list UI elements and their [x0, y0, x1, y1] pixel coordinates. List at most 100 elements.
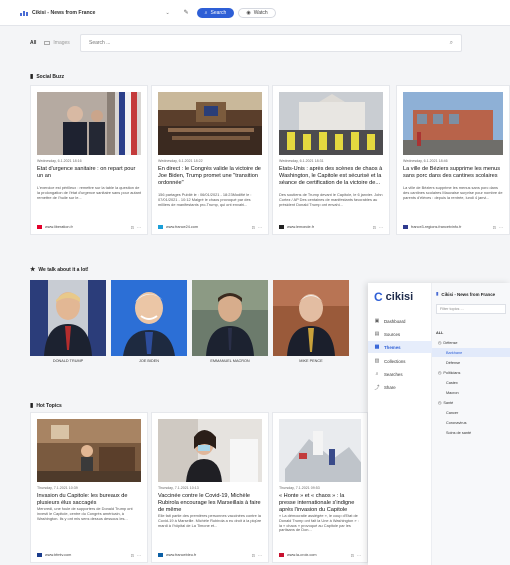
article-title[interactable]: Invasion du Capitole: les bureaux de plu…: [37, 493, 141, 507]
search-icon[interactable]: ⌕: [450, 40, 453, 47]
article-source[interactable]: www.france24.com: [158, 225, 198, 229]
search-input[interactable]: [89, 40, 389, 46]
section-we-talk-title: ★ We talk about it a lot!: [30, 266, 89, 274]
tree-item[interactable]: ◷ Politicians: [432, 368, 510, 377]
sidebar-item-label: Searches: [384, 371, 403, 377]
sidebar-item-dashboard[interactable]: ▣ Dashboard: [368, 315, 432, 327]
article-date: Thursday, 7.1.2021 10:39: [37, 486, 78, 490]
news-card[interactable]: Wednesday, 6.1.2021 18:31 Etats-Unis : a…: [272, 85, 390, 235]
tree-item-label: ALL: [436, 330, 444, 335]
news-card[interactable]: Thursday, 7.1.2021 10:39 Invasion du Cap…: [30, 412, 148, 563]
article-title[interactable]: Vaccinée contre le Covid-19, Michèle Rub…: [158, 493, 262, 514]
more-icon[interactable]: ⋯: [258, 553, 262, 558]
tree-item[interactable]: Coronavirus: [432, 418, 510, 427]
section-label: Hot Topics: [36, 402, 62, 409]
article-title[interactable]: « Honte » et « chaos » : la presse inter…: [279, 493, 361, 514]
tree-item[interactable]: ◷ Défense: [432, 338, 510, 347]
more-icon[interactable]: ⋯: [258, 225, 262, 230]
sidebar-item-label: Collections: [384, 358, 406, 364]
topic-filter-placeholder: Filter topics ...: [440, 307, 464, 311]
search-mode-button[interactable]: ⌕ Search: [196, 7, 235, 18]
card-actions: ⊡ ⋯: [252, 225, 262, 230]
person-card[interactable]: EMMANUEL MACRON: [192, 280, 268, 366]
tree-item-label: Macron: [446, 390, 459, 395]
more-icon[interactable]: ⋯: [137, 553, 141, 558]
brand-logo[interactable]: C cikisi: [374, 290, 413, 304]
tree-item[interactable]: Défense: [432, 358, 510, 367]
sidebar-item-collections[interactable]: ▥ Collections: [368, 355, 432, 367]
themes-overlay-panel: C cikisi ▣ Dashboard ▤ Sources ▦ Themes …: [368, 283, 510, 565]
folder-icon: ◷: [438, 401, 442, 405]
more-icon[interactable]: ⋯: [499, 225, 503, 230]
tree-item[interactable]: Cancer: [432, 408, 510, 417]
tree-item[interactable]: Macron: [432, 388, 510, 397]
source-favicon-icon: [403, 225, 408, 229]
article-source[interactable]: france3-regions.francetvinfo.fr: [403, 225, 461, 229]
tree-item[interactable]: ALL: [432, 328, 510, 337]
bookmark-icon[interactable]: ⊡: [131, 553, 134, 558]
sidebar-item-sources[interactable]: ▤ Sources: [368, 328, 432, 340]
bookmark-icon[interactable]: ⊡: [131, 225, 134, 230]
article-source[interactable]: www.francebleu.fr: [158, 553, 196, 557]
search-box[interactable]: ⌕: [80, 34, 462, 52]
tree-item[interactable]: ◷ Santé: [432, 398, 510, 407]
watch-mode-button[interactable]: ◉ Watch: [238, 7, 276, 18]
news-card[interactable]: Wednesday, 6.1.2021 18:16 Etat d'urgence…: [30, 85, 148, 235]
article-title[interactable]: La ville de Béziers supprime les menus s…: [403, 166, 503, 180]
bookmark-icon[interactable]: ⊡: [373, 225, 376, 230]
sidebar-item-share[interactable]: ⤴ Share: [368, 381, 432, 393]
chevron-down-icon[interactable]: ⌄: [165, 10, 169, 16]
card-actions: ⊡ ⋯: [493, 225, 503, 230]
tree-item[interactable]: Castex: [432, 378, 510, 387]
filter-images[interactable]: Images: [44, 40, 70, 46]
workspace-name[interactable]: Cikisi - News from France: [32, 10, 95, 16]
article-thumbnail: [403, 92, 503, 155]
news-card[interactable]: Wednesday, 6.1.2021 18:46 La ville de Bé…: [396, 85, 510, 235]
sidebar-item-label: Sources: [384, 331, 401, 337]
more-icon[interactable]: ⋯: [379, 225, 383, 230]
article-source[interactable]: www.la-croix.com: [279, 553, 317, 557]
flame-icon: ▮: [30, 403, 34, 409]
card-actions: ⊡ ⋯: [373, 225, 383, 230]
tree-item[interactable]: Barkhane: [432, 348, 510, 357]
person-card[interactable]: DONALD TRUMP: [30, 280, 106, 366]
more-icon[interactable]: ⋯: [137, 225, 141, 230]
article-source[interactable]: www.bfmtv.com: [37, 553, 71, 557]
bookmark-icon[interactable]: ⊡: [493, 225, 496, 230]
bookmark-icon[interactable]: ⊡: [252, 553, 255, 558]
sidebar-item-themes[interactable]: ▦ Themes: [368, 341, 432, 353]
bookmark-icon[interactable]: ⊡: [252, 225, 255, 230]
person-photo: [192, 280, 268, 356]
tree-item[interactable]: Soins de santé: [432, 428, 510, 437]
person-photo: [111, 280, 187, 356]
person-photo: [30, 280, 106, 356]
themes-icon: ▦: [374, 344, 380, 350]
sidebar-item-searches[interactable]: ⌕ Searches: [368, 368, 432, 380]
source-label: www.lemonde.fr: [287, 225, 315, 229]
more-icon[interactable]: ⋯: [357, 553, 361, 558]
news-card[interactable]: Thursday, 7.1.2021 10:13 Vaccinée contre…: [151, 412, 269, 563]
article-title[interactable]: Etat d'urgence sanitaire : on repart pou…: [37, 166, 141, 180]
article-title[interactable]: En direct : le Congrès valide la victoir…: [158, 166, 262, 187]
app-logo-icon: [20, 10, 28, 16]
news-card[interactable]: Thursday, 7.1.2021 09:53 « Honte » et « …: [272, 412, 368, 563]
topic-filter-input[interactable]: Filter topics ...: [436, 304, 506, 314]
person-card[interactable]: JOE BIDEN: [111, 280, 187, 366]
article-title[interactable]: Etats-Unis : après des scènes de chaos à…: [279, 166, 383, 187]
article-excerpt: L'exercice est périlleux : remettre sur …: [37, 185, 142, 200]
article-source[interactable]: www.liberation.fr: [37, 225, 73, 229]
article-thumbnail: [37, 92, 141, 155]
sidebar-item-label: Themes: [384, 344, 401, 350]
bookmark-icon[interactable]: ⊡: [351, 553, 354, 558]
filter-all[interactable]: All: [30, 40, 36, 46]
article-date: Thursday, 7.1.2021 09:53: [279, 486, 320, 490]
article-source[interactable]: www.lemonde.fr: [279, 225, 314, 229]
eye-icon: ◉: [246, 9, 251, 16]
sources-icon: ▤: [374, 331, 380, 337]
article-date: Wednesday, 6.1.2021 18:22: [158, 159, 203, 163]
news-card[interactable]: Wednesday, 6.1.2021 18:22 En direct : le…: [151, 85, 269, 235]
dashboard-icon: ▣: [374, 318, 380, 324]
edit-icon[interactable]: ✎: [184, 9, 189, 16]
source-favicon-icon: [158, 225, 163, 229]
person-card[interactable]: MIKE PENCE: [273, 280, 349, 366]
